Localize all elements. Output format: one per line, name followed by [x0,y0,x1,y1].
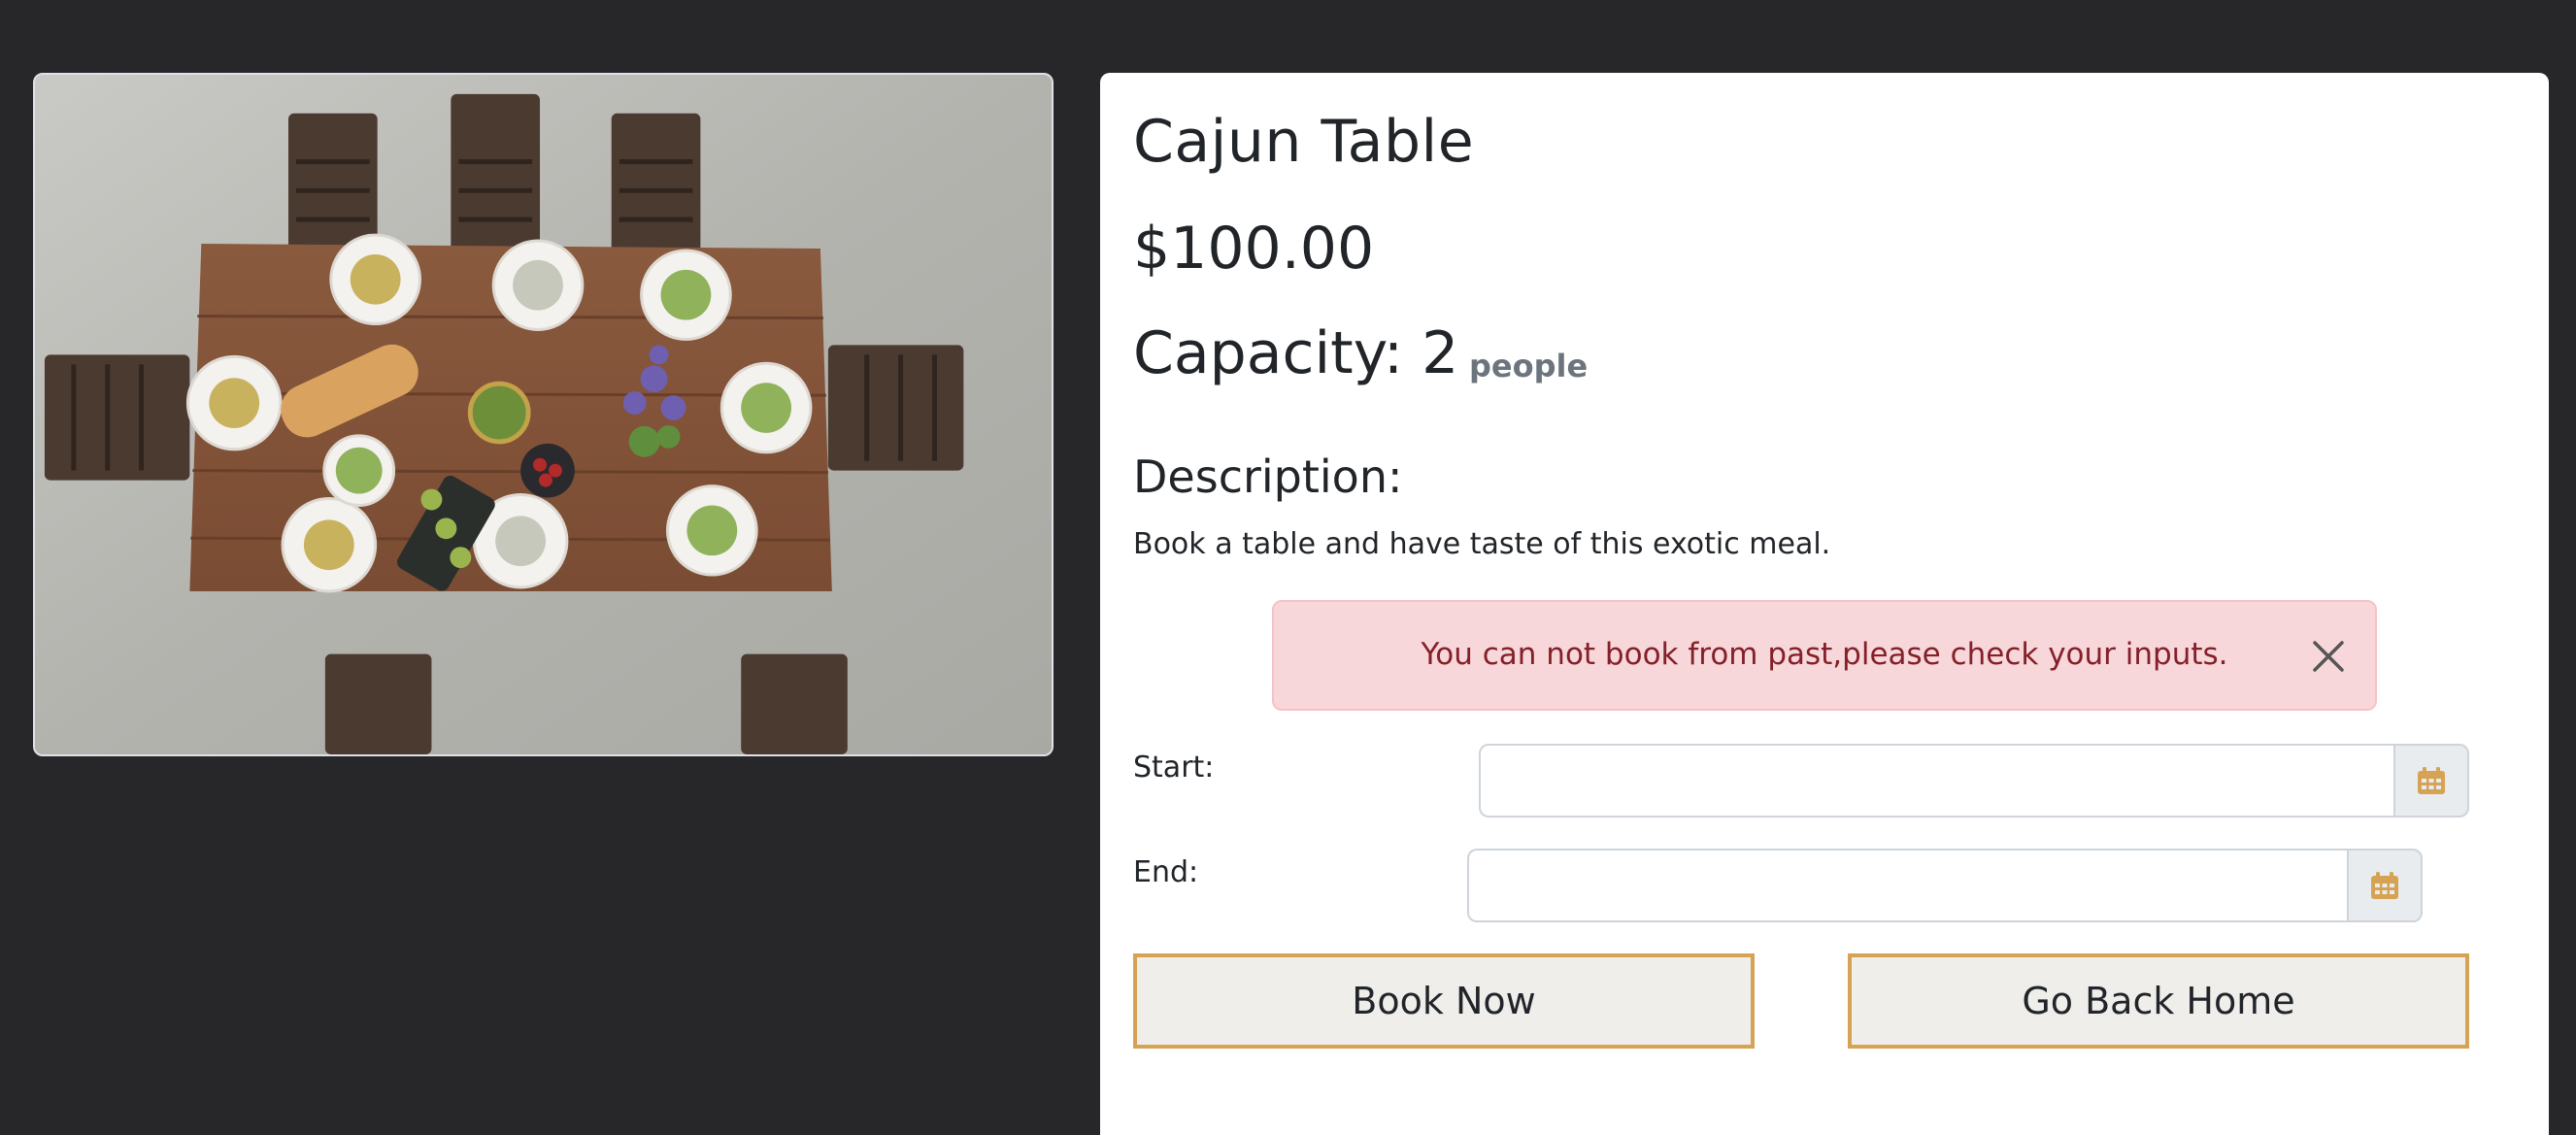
start-label: Start: [1133,751,1215,784]
end-date-input[interactable] [1467,849,2347,922]
product-title: Cajun Table [1133,108,1475,176]
table-photo [33,73,1054,756]
product-price: $100.00 [1133,215,1375,283]
start-calendar-button[interactable] [2393,744,2469,818]
alert-message: You can not book from past,please check … [1421,637,2228,672]
end-calendar-button[interactable] [2347,849,2423,922]
end-date-group [1467,849,2423,922]
start-date-input[interactable] [1479,744,2393,818]
booking-panel: Cajun Table $100.00 Capacity: 2 people D… [1100,73,2549,1135]
end-label: End: [1133,855,1199,889]
table-photo-illustration [35,75,1052,754]
calendar-icon [2371,872,2398,899]
description-heading: Description: [1133,451,1403,503]
book-now-button[interactable]: Book Now [1133,953,1755,1049]
capacity-value: Capacity: 2 [1133,319,1459,387]
close-icon[interactable] [2309,637,2348,676]
capacity-unit: people [1469,348,1589,384]
description-text: Book a table and have taste of this exot… [1133,527,1831,561]
calendar-icon [2418,767,2445,794]
error-alert: You can not book from past,please check … [1272,600,2377,711]
go-back-home-button[interactable]: Go Back Home [1848,953,2469,1049]
start-date-group [1479,744,2469,818]
